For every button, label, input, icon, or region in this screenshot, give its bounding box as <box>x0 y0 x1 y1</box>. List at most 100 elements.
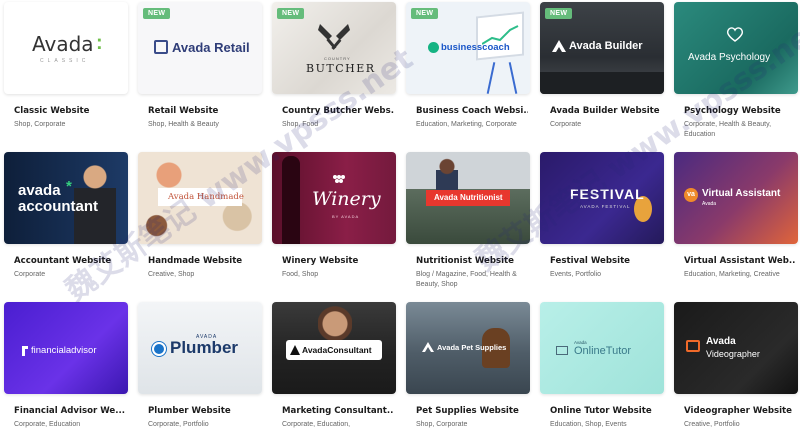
thumb-logo: Avada Psychology <box>688 52 771 63</box>
demo-card-financial-advisor[interactable]: financialadvisor Financial Advisor We...… <box>4 302 128 431</box>
thumb-subtext: COUNTRY <box>324 56 351 61</box>
card-tags: Shop, Health & Beauty <box>148 121 219 128</box>
thumb-logo: Plumber <box>170 338 239 357</box>
demo-card-handmade[interactable]: Avada Handmade Handmade Website Creative… <box>138 152 262 302</box>
thumbnail[interactable]: NEW COUNTRY BUTCHER <box>272 2 396 94</box>
thumbnail[interactable]: NEW Avada Retail <box>138 2 262 94</box>
thumbnail[interactable]: Winery BY AVADA <box>272 152 396 244</box>
thumb-logo: Avada Builder <box>569 40 643 52</box>
new-badge: NEW <box>143 8 171 19</box>
demo-card-plumber[interactable]: AVADA Plumber Plumber Website Corporate,… <box>138 302 262 431</box>
thumbnail[interactable]: NEW businesscoach <box>406 2 530 94</box>
new-badge: NEW <box>545 8 573 19</box>
demo-card-virtual-assistant[interactable]: va Virtual Assistant Avada Virtual Assis… <box>674 152 798 302</box>
thumb-subtext: Videographer <box>706 349 760 359</box>
demo-card-pet-supplies[interactable]: Avada Pet Supplies Pet Supplies Website … <box>406 302 530 431</box>
wine-bottle <box>282 156 300 244</box>
demo-card-winery[interactable]: Winery BY AVADA Winery Website Food, Sho… <box>272 152 396 302</box>
demo-card-accountant[interactable]: avada * accountant Accountant Website Co… <box>4 152 128 302</box>
card-title[interactable]: Classic Website <box>14 106 126 116</box>
demo-card-festival[interactable]: FESTIVAL AVADA FESTIVAL Festival Website… <box>540 152 664 302</box>
thumbnail[interactable]: avada * accountant <box>4 152 128 244</box>
card-tags: Corporate, Education, <box>282 421 351 428</box>
thumb-logo: avada <box>18 182 61 199</box>
heart-brain-icon <box>726 27 744 42</box>
va-logo-icon: va <box>684 188 698 202</box>
card-title[interactable]: Festival Website <box>550 256 662 266</box>
thumb-logo: FESTIVAL <box>570 186 645 202</box>
demo-card-business-coach[interactable]: NEW businesscoach Business Coach Websi..… <box>406 2 530 152</box>
demo-card-avada-builder[interactable]: NEW Avada Builder Avada Builder Website … <box>540 2 664 152</box>
thumbnail[interactable]: financialadvisor <box>4 302 128 394</box>
demo-card-butcher[interactable]: NEW COUNTRY BUTCHER Country Butcher Webs… <box>272 2 396 152</box>
demo-card-classic[interactable]: Avada : CLASSIC Classic Website Shop, Co… <box>4 2 128 152</box>
card-title[interactable]: Psychology Website <box>684 106 796 116</box>
thumb-logo: Avada Nutritionist <box>434 193 503 202</box>
card-title[interactable]: Pet Supplies Website <box>416 406 528 416</box>
new-badge: NEW <box>277 8 305 19</box>
finance-logo-icon <box>22 346 28 356</box>
cleaver-icon <box>318 24 350 50</box>
card-title[interactable]: Videographer Website <box>684 406 796 416</box>
card-tags: Blog / Magazine, Food, Health & Beauty, … <box>416 271 517 288</box>
card-tags: Shop, Corporate <box>416 421 468 428</box>
thumbnail[interactable]: Avada Nutritionist <box>406 152 530 244</box>
card-title[interactable]: Handmade Website <box>148 256 260 266</box>
demo-card-retail[interactable]: NEW Avada Retail Retail Website Shop, He… <box>138 2 262 152</box>
asterisk-icon: * <box>66 178 72 195</box>
desk-shape <box>540 72 664 94</box>
avada-logo-icon <box>422 342 434 352</box>
card-title[interactable]: Virtual Assistant Web... <box>684 256 796 266</box>
card-tags: Events, Portfolio <box>550 271 601 278</box>
thumbnail[interactable]: FESTIVAL AVADA FESTIVAL <box>540 152 664 244</box>
demo-card-marketing-consultant[interactable]: AvadaConsultant Marketing Consultant... … <box>272 302 396 431</box>
card-title[interactable]: Plumber Website <box>148 406 260 416</box>
thumb-logo: Avada Pet Supplies <box>437 343 507 352</box>
demo-card-nutritionist[interactable]: Avada Nutritionist Nutritionist Website … <box>406 152 530 302</box>
avada-logo-icon <box>552 40 566 52</box>
thumb-logo: Avada Handmade <box>168 192 244 202</box>
demo-card-psychology[interactable]: Avada Psychology Psychology Website Corp… <box>674 2 798 152</box>
thumbnail[interactable]: Avada Handmade <box>138 152 262 244</box>
card-tags: Corporate, Portfolio <box>148 421 209 428</box>
thumb-logo: Avada <box>32 32 94 56</box>
demo-grid: Avada : CLASSIC Classic Website Shop, Co… <box>4 2 800 431</box>
thumbnail[interactable]: AvadaConsultant <box>272 302 396 394</box>
card-tags: Education, Marketing, Creative <box>684 271 780 278</box>
thumb-logo: AvadaConsultant <box>302 345 372 355</box>
thumb-subtext: AVADA FESTIVAL <box>580 204 631 209</box>
thumbnail[interactable]: Avada OnlineTutor <box>540 302 664 394</box>
card-title[interactable]: Online Tutor Website <box>550 406 662 416</box>
bag-icon <box>154 40 168 54</box>
card-title[interactable]: Winery Website <box>282 256 394 266</box>
card-title[interactable]: Avada Builder Website <box>550 106 662 116</box>
card-title[interactable]: Financial Advisor We... <box>14 406 126 416</box>
card-title[interactable]: Business Coach Websi... <box>416 106 528 116</box>
thumbnail[interactable]: Avada Videographer <box>674 302 798 394</box>
thumbnail[interactable]: Avada : CLASSIC <box>4 2 128 94</box>
card-title[interactable]: Marketing Consultant... <box>282 406 394 416</box>
thumb-subtext: CLASSIC <box>40 58 90 64</box>
thumbnail[interactable]: Avada Pet Supplies <box>406 302 530 394</box>
camera-icon <box>686 340 700 352</box>
thumb-logo: Winery <box>312 188 381 210</box>
thumb-subtext: accountant <box>18 198 99 215</box>
thumbnail[interactable]: AVADA Plumber <box>138 302 262 394</box>
thumbnail[interactable]: NEW Avada Builder <box>540 2 664 94</box>
easel-leg <box>486 62 496 94</box>
card-title[interactable]: Country Butcher Webs... <box>282 106 394 116</box>
thumbnail[interactable]: va Virtual Assistant Avada <box>674 152 798 244</box>
card-tags: Creative, Portfolio <box>684 421 740 428</box>
thumbnail[interactable]: Avada Psychology <box>674 2 798 94</box>
demo-card-videographer[interactable]: Avada Videographer Videographer Website … <box>674 302 798 431</box>
demo-card-online-tutor[interactable]: Avada OnlineTutor Online Tutor Website E… <box>540 302 664 431</box>
thumb-subtext: Avada <box>702 201 717 207</box>
card-title[interactable]: Accountant Website <box>14 256 126 266</box>
easel-leg <box>508 62 518 94</box>
card-tags: Corporate, Health & Beauty, Education <box>684 121 772 138</box>
card-title[interactable]: Nutritionist Website <box>416 256 528 266</box>
card-title[interactable]: Retail Website <box>148 106 260 116</box>
card-tags: Corporate <box>550 121 582 128</box>
grape-icon <box>333 175 345 183</box>
card-tags: Food, Shop <box>282 271 319 278</box>
